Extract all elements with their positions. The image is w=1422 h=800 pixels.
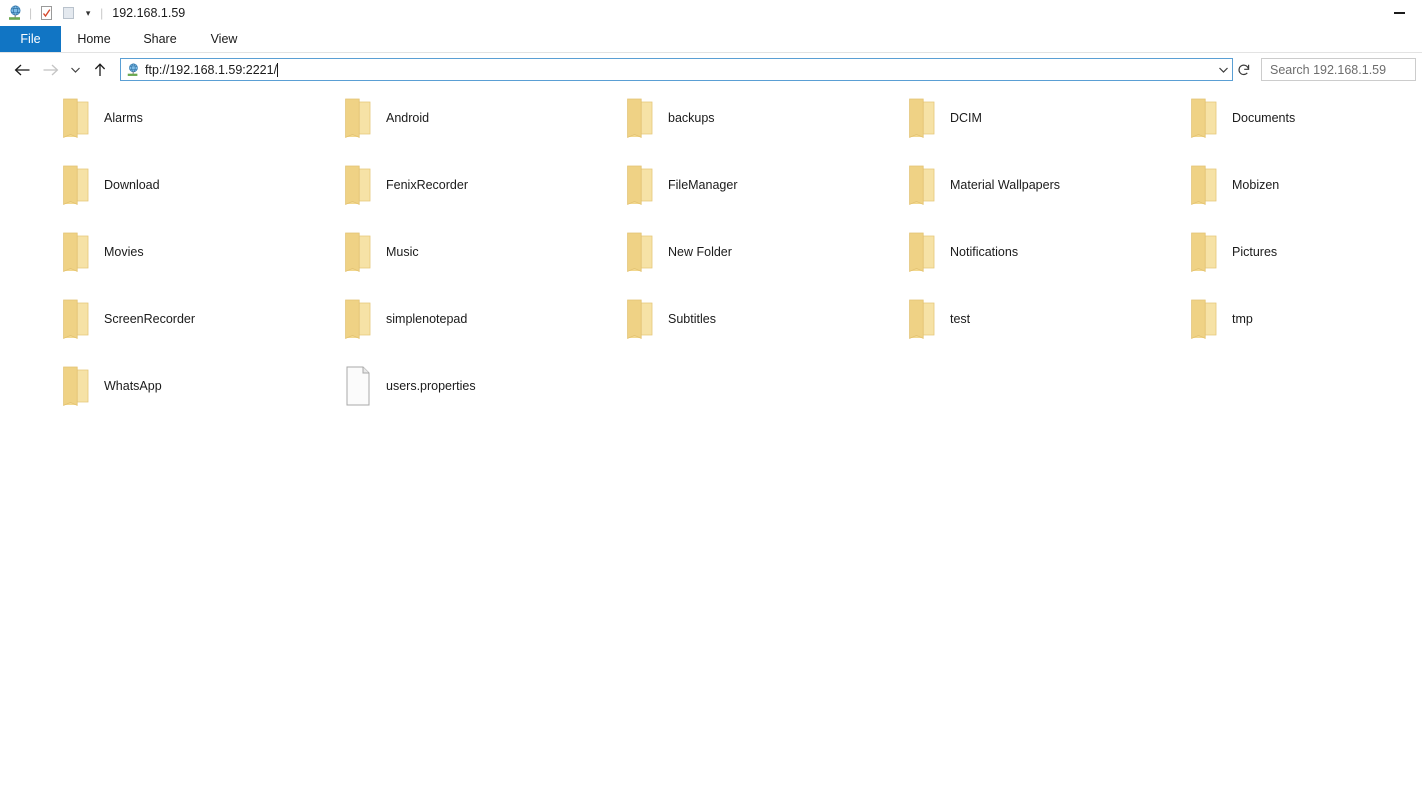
tab-home[interactable]: Home bbox=[61, 26, 127, 52]
address-chevron-down-icon[interactable] bbox=[1214, 59, 1232, 80]
qat-separator-1: | bbox=[29, 6, 33, 20]
folder-item[interactable]: tmp bbox=[1184, 295, 1422, 362]
recent-locations-chevron-down-icon[interactable] bbox=[64, 56, 86, 84]
forward-button[interactable] bbox=[36, 56, 64, 84]
folder-icon bbox=[1184, 94, 1224, 144]
search-box[interactable]: Search 192.168.1.59 bbox=[1261, 58, 1416, 81]
minimize-icon bbox=[1393, 12, 1405, 14]
folder-item[interactable]: Subtitles bbox=[620, 295, 902, 362]
window-title: 192.168.1.59 bbox=[112, 6, 186, 20]
search-input[interactable]: Search 192.168.1.59 bbox=[1270, 63, 1386, 77]
folder-item[interactable]: FileManager bbox=[620, 161, 902, 228]
folder-item[interactable]: ScreenRecorder bbox=[56, 295, 338, 362]
window-controls bbox=[1376, 0, 1422, 26]
item-label: tmp bbox=[1232, 312, 1253, 326]
folder-item[interactable]: backups bbox=[620, 94, 902, 161]
item-label: Download bbox=[104, 178, 160, 192]
up-button[interactable] bbox=[86, 56, 114, 84]
folder-item[interactable]: Download bbox=[56, 161, 338, 228]
folder-item[interactable]: Alarms bbox=[56, 94, 338, 161]
address-bar[interactable]: ftp://192.168.1.59:2221/ bbox=[120, 58, 1233, 81]
navigation-bar: ftp://192.168.1.59:2221/ Search 192.168.… bbox=[0, 53, 1422, 86]
folder-icon bbox=[902, 94, 942, 144]
quick-access-toolbar: | ▾ | bbox=[4, 2, 106, 24]
folder-item[interactable]: Material Wallpapers bbox=[902, 161, 1184, 228]
folder-item[interactable]: WhatsApp bbox=[56, 362, 338, 429]
back-button[interactable] bbox=[8, 56, 36, 84]
item-label: FileManager bbox=[668, 178, 738, 192]
new-folder-icon[interactable] bbox=[57, 2, 79, 24]
item-label: New Folder bbox=[668, 245, 732, 259]
folder-item[interactable]: Documents bbox=[1184, 94, 1422, 161]
folder-icon bbox=[902, 295, 942, 345]
tab-view[interactable]: View bbox=[193, 26, 255, 52]
folder-icon bbox=[620, 228, 660, 278]
tab-file[interactable]: File bbox=[0, 26, 61, 52]
folder-item[interactable]: Movies bbox=[56, 228, 338, 295]
folder-item[interactable]: Pictures bbox=[1184, 228, 1422, 295]
title-bar: | ▾ | 192.168.1.59 bbox=[0, 0, 1422, 26]
folder-icon bbox=[338, 295, 378, 345]
folder-item[interactable]: Music bbox=[338, 228, 620, 295]
file-list-view[interactable]: Alarms Android backups DCIM Documents Do… bbox=[0, 86, 1422, 793]
item-label: Music bbox=[386, 245, 419, 259]
folder-icon bbox=[620, 94, 660, 144]
folder-icon bbox=[56, 295, 96, 345]
folder-icon bbox=[1184, 295, 1224, 345]
folder-icon bbox=[338, 228, 378, 278]
item-label: Subtitles bbox=[668, 312, 716, 326]
folder-item[interactable]: simplenotepad bbox=[338, 295, 620, 362]
item-label: users.properties bbox=[386, 379, 476, 393]
address-input[interactable]: ftp://192.168.1.59:2221/ bbox=[145, 62, 1214, 77]
folder-icon bbox=[902, 228, 942, 278]
item-label: backups bbox=[668, 111, 715, 125]
address-ftp-site-icon bbox=[124, 61, 142, 79]
folder-item[interactable]: Android bbox=[338, 94, 620, 161]
folder-icon bbox=[338, 94, 378, 144]
folder-icon bbox=[56, 94, 96, 144]
folder-icon bbox=[1184, 161, 1224, 211]
ftp-site-icon bbox=[4, 2, 26, 24]
item-label: simplenotepad bbox=[386, 312, 468, 326]
folder-icon bbox=[620, 295, 660, 345]
item-label: Notifications bbox=[950, 245, 1019, 259]
item-label: DCIM bbox=[950, 111, 982, 125]
folder-item[interactable]: DCIM bbox=[902, 94, 1184, 161]
folder-icon bbox=[56, 228, 96, 278]
folder-icon bbox=[620, 161, 660, 211]
item-label: Movies bbox=[104, 245, 144, 259]
text-caret bbox=[277, 62, 279, 77]
item-label: WhatsApp bbox=[104, 379, 162, 393]
customize-quick-access-chevron[interactable]: ▾ bbox=[79, 2, 97, 24]
ribbon-tabs: File Home Share View bbox=[0, 26, 1422, 53]
folder-item[interactable]: New Folder bbox=[620, 228, 902, 295]
item-label: Documents bbox=[1232, 111, 1296, 125]
folder-item[interactable]: FenixRecorder bbox=[338, 161, 620, 228]
folder-item[interactable]: Notifications bbox=[902, 228, 1184, 295]
folder-icon bbox=[338, 161, 378, 211]
file-item[interactable]: users.properties bbox=[338, 362, 620, 429]
refresh-icon[interactable] bbox=[1233, 58, 1255, 81]
address-value: ftp://192.168.1.59:2221/ bbox=[145, 62, 278, 77]
folder-item[interactable]: Mobizen bbox=[1184, 161, 1422, 228]
properties-icon[interactable] bbox=[35, 2, 57, 24]
item-label: FenixRecorder bbox=[386, 178, 468, 192]
item-label: Material Wallpapers bbox=[950, 178, 1060, 192]
item-grid: Alarms Android backups DCIM Documents Do… bbox=[0, 94, 1422, 429]
folder-icon bbox=[1184, 228, 1224, 278]
item-label: Mobizen bbox=[1232, 178, 1280, 192]
qat-separator-2: | bbox=[100, 6, 104, 20]
tab-share[interactable]: Share bbox=[127, 26, 193, 52]
item-label: Pictures bbox=[1232, 245, 1278, 259]
item-label: Alarms bbox=[104, 111, 143, 125]
item-label: Android bbox=[386, 111, 430, 125]
file-icon bbox=[338, 362, 378, 412]
folder-icon bbox=[902, 161, 942, 211]
item-label: ScreenRecorder bbox=[104, 312, 196, 326]
folder-item[interactable]: test bbox=[902, 295, 1184, 362]
item-label: test bbox=[950, 312, 971, 326]
minimize-button[interactable] bbox=[1376, 0, 1422, 26]
folder-icon bbox=[56, 161, 96, 211]
folder-icon bbox=[56, 362, 96, 412]
